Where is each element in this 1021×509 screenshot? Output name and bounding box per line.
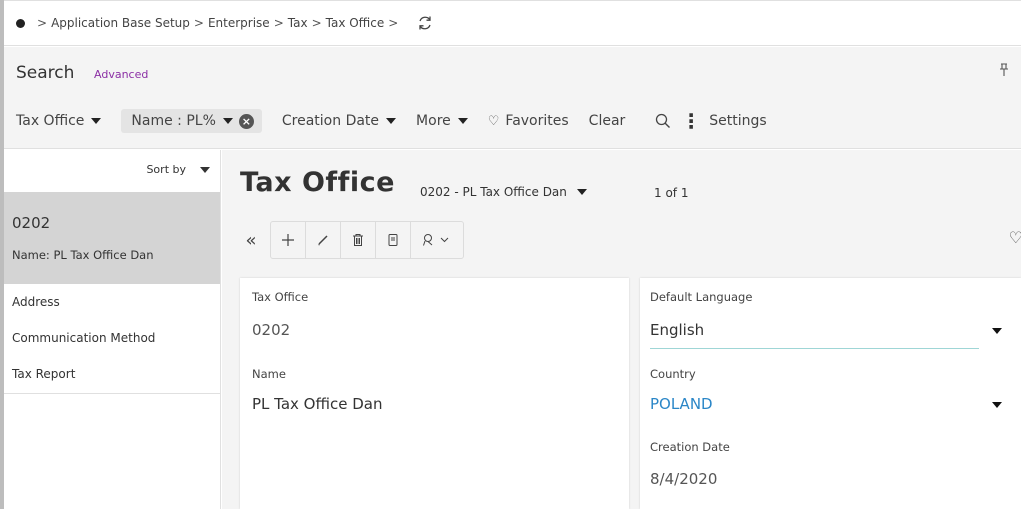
breadcrumb-item-enterprise[interactable]: Enterprise xyxy=(208,16,270,30)
navigator-list: Address Communication Method Tax Report xyxy=(4,284,220,394)
nav-item-communication-method[interactable]: Communication Method xyxy=(4,320,220,356)
record-name-label: Name: xyxy=(12,248,50,262)
default-language-label: Default Language xyxy=(650,290,753,304)
tax-office-label: Tax Office xyxy=(252,290,309,304)
pin-icon[interactable] xyxy=(999,63,1009,80)
duplicate-icon[interactable] xyxy=(376,222,411,258)
favorites-label: Favorites xyxy=(505,113,569,129)
delete-icon[interactable] xyxy=(341,222,376,258)
heart-icon[interactable]: ♡ xyxy=(1009,228,1021,247)
filter-creation-date-label: Creation Date xyxy=(281,113,380,129)
default-language-select[interactable]: English xyxy=(650,321,704,339)
search-filter-bar: Tax Office Name : PL% × Creation Date Mor… xyxy=(16,107,787,135)
general-fields-card: Tax Office 0202 Name PL Tax Office Dan xyxy=(240,278,629,509)
custom-command-icon[interactable] xyxy=(411,222,463,258)
sort-by-label: Sort by xyxy=(146,163,186,176)
name-label: Name xyxy=(252,367,286,381)
filter-chip-name[interactable]: Name : PL% × xyxy=(121,109,262,133)
breadcrumb-item-application-base-setup[interactable]: Application Base Setup xyxy=(51,16,190,30)
search-panel: Search Advanced Tax Office Name : PL% × C… xyxy=(4,47,1021,149)
tax-office-value: 0202 xyxy=(252,321,291,339)
sort-by-dropdown[interactable]: Sort by xyxy=(146,163,210,176)
caret-down-icon[interactable] xyxy=(992,402,1002,408)
creation-date-label: Creation Date xyxy=(650,440,730,454)
record-code: 0202 xyxy=(12,214,51,232)
edit-icon[interactable] xyxy=(306,222,341,258)
filter-more-label: More xyxy=(416,113,451,129)
breadcrumb-separator: > xyxy=(311,16,322,30)
caret-down-icon xyxy=(457,118,468,124)
breadcrumb-item-tax-office[interactable]: Tax Office xyxy=(326,16,385,30)
name-field[interactable]: PL Tax Office Dan xyxy=(252,395,383,413)
breadcrumb: > Application Base Setup > Enterprise > … xyxy=(4,0,1021,46)
clear-button[interactable]: Clear xyxy=(589,113,626,129)
filter-creation-date[interactable]: Creation Date xyxy=(281,113,397,129)
breadcrumb-separator: > xyxy=(37,16,48,30)
refresh-icon[interactable] xyxy=(416,14,434,32)
record-name-value: PL Tax Office Dan xyxy=(53,248,154,262)
main-content: Tax Office 0202 - PL Tax Office Dan 1 of… xyxy=(222,150,1021,509)
breadcrumb-separator: > xyxy=(273,16,284,30)
advanced-search-link[interactable]: Advanced xyxy=(94,68,148,81)
details-fields-card: Default Language English Country POLAND … xyxy=(640,278,1021,509)
more-options-icon[interactable]: ⋮ xyxy=(681,109,701,133)
page-title: Tax Office xyxy=(240,167,395,198)
breadcrumb-item-tax[interactable]: Tax xyxy=(288,16,308,30)
breadcrumb-separator: > xyxy=(193,16,204,30)
heart-icon: ♡ xyxy=(487,113,500,129)
breadcrumb-separator: > xyxy=(388,16,399,30)
nav-item-address[interactable]: Address xyxy=(4,284,220,320)
search-title: Search xyxy=(16,63,75,83)
home-dot-icon[interactable] xyxy=(16,18,25,28)
collapse-icon[interactable]: « xyxy=(238,222,264,258)
caret-down-icon xyxy=(91,118,102,124)
record-selector[interactable]: 0202 - PL Tax Office Dan xyxy=(420,185,587,199)
record-list-item[interactable]: 0202 Name: PL Tax Office Dan xyxy=(4,192,220,284)
record-selector-label: 0202 - PL Tax Office Dan xyxy=(420,185,567,199)
clear-filter-icon[interactable]: × xyxy=(238,113,254,129)
record-count: 1 of 1 xyxy=(654,186,689,200)
caret-down-icon xyxy=(386,118,397,124)
filter-tax-office[interactable]: Tax Office xyxy=(16,113,102,129)
nav-item-tax-report[interactable]: Tax Report xyxy=(4,356,220,392)
left-navigator: Sort by 0202 Name: PL Tax Office Dan Add… xyxy=(4,150,221,509)
settings-button[interactable]: Settings xyxy=(709,113,766,129)
search-icon[interactable] xyxy=(655,113,671,129)
filter-chip-name-label: Name : PL% xyxy=(131,113,216,129)
favorites-button[interactable]: ♡ Favorites xyxy=(488,113,569,129)
filter-tax-office-label: Tax Office xyxy=(16,113,85,129)
caret-down-icon xyxy=(576,189,587,195)
country-label: Country xyxy=(650,367,696,381)
add-icon[interactable] xyxy=(271,222,306,258)
caret-down-icon[interactable] xyxy=(992,328,1002,334)
filter-more[interactable]: More xyxy=(416,113,468,129)
creation-date-value: 8/4/2020 xyxy=(650,470,718,488)
record-name: Name: PL Tax Office Dan xyxy=(12,248,154,262)
command-button-group xyxy=(270,221,464,259)
caret-down-icon xyxy=(200,166,210,173)
field-underline xyxy=(650,348,979,349)
command-toolbar: « xyxy=(238,221,464,259)
country-select[interactable]: POLAND xyxy=(650,395,713,413)
caret-down-icon xyxy=(222,118,233,124)
